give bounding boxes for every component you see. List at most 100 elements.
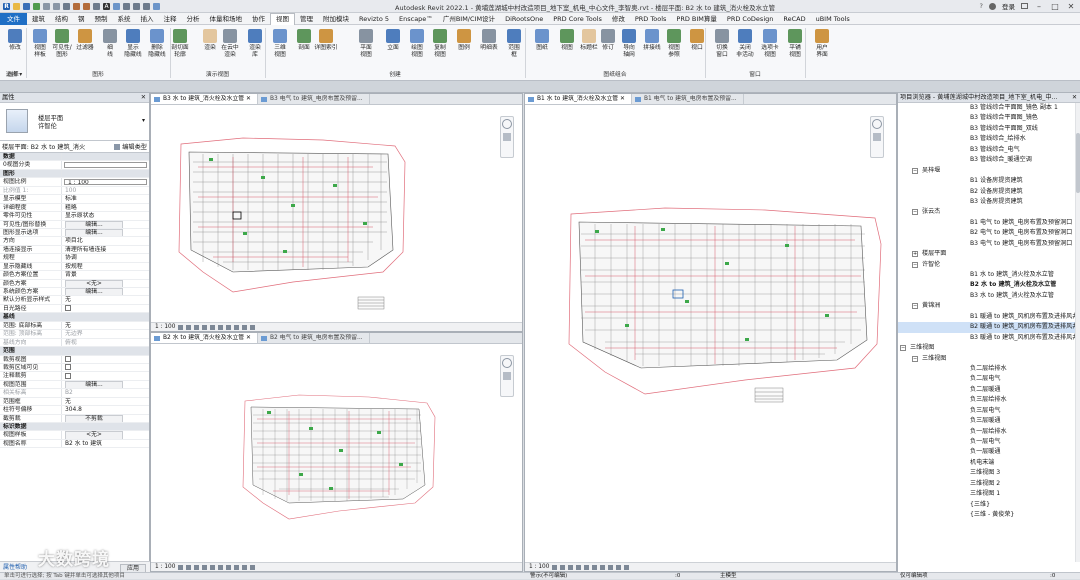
- browser-item[interactable]: − 张云杰: [898, 207, 1080, 217]
- browser-item[interactable]: B3 管线综合平面图_镜色 副本 1: [898, 103, 1080, 113]
- sync-icon[interactable]: [33, 2, 40, 10]
- tab-b2-water[interactable]: B2 水 to 建筑_消火栓及水立管 ✕: [151, 333, 258, 343]
- browser-item[interactable]: B3 管线综合_给排水: [898, 134, 1080, 144]
- 在云中渲染-button[interactable]: 在云中 渲染: [218, 29, 242, 58]
- lock-icon[interactable]: [226, 324, 232, 330]
- menu-tab-14[interactable]: Revizto 5: [354, 13, 394, 25]
- view-cube-icon[interactable]: [872, 119, 882, 129]
- browser-item[interactable]: + 楼层平面: [898, 249, 1080, 259]
- property-edit-button[interactable]: 编辑...: [65, 228, 123, 237]
- properties-close-icon[interactable]: ✕: [141, 93, 146, 103]
- hide-isolate-icon[interactable]: [608, 564, 614, 570]
- property-section[interactable]: 标识数据: [0, 423, 149, 432]
- crop-icon[interactable]: [584, 564, 590, 570]
- browser-item[interactable]: B1 电气 to 建筑_电房布置及预留洞口: [898, 218, 1080, 228]
- shadows-icon[interactable]: [576, 564, 582, 570]
- tag-icon[interactable]: [93, 2, 100, 10]
- lock-icon[interactable]: [226, 564, 232, 570]
- navigation-bar[interactable]: [870, 116, 884, 158]
- collapse-icon[interactable]: −: [912, 355, 918, 362]
- lock-icon[interactable]: [600, 564, 606, 570]
- browser-item[interactable]: B2 水 to 建筑_消火栓及水立管: [898, 280, 1080, 290]
- reveal-hidden-icon[interactable]: [616, 564, 622, 570]
- menu-tab-5[interactable]: 系统: [113, 13, 136, 25]
- zoom-icon[interactable]: [503, 133, 511, 141]
- close-hidden-icon[interactable]: [143, 2, 150, 10]
- browser-item[interactable]: − 三维视图: [898, 343, 1080, 353]
- browser-scrollbar[interactable]: [1075, 103, 1080, 562]
- browser-item[interactable]: 负三层电气: [898, 406, 1080, 416]
- property-value[interactable]: 粗略: [62, 204, 149, 211]
- browser-item[interactable]: 三维视图 1: [898, 489, 1080, 499]
- browser-item[interactable]: B3 设备房提资建筑: [898, 197, 1080, 207]
- 图纸-button[interactable]: 图纸: [530, 29, 554, 52]
- zoom-icon[interactable]: [873, 133, 881, 141]
- 剖面-button[interactable]: 剖面: [292, 29, 316, 52]
- 视图样板-button[interactable]: 视图 样板: [28, 29, 52, 58]
- sun-path-icon[interactable]: [194, 324, 200, 330]
- browser-item[interactable]: 负一层电气: [898, 437, 1080, 447]
- view-scale[interactable]: 1 : 100: [155, 563, 175, 572]
- 过滤器-button[interactable]: 过滤器: [73, 29, 97, 52]
- browser-item[interactable]: {三维}: [898, 500, 1080, 510]
- section-icon[interactable]: [123, 2, 130, 10]
- browser-item[interactable]: − 许智伦: [898, 260, 1080, 270]
- browser-item[interactable]: B3 管线综合_电气: [898, 145, 1080, 155]
- browser-item[interactable]: B2 设备房提资建筑: [898, 187, 1080, 197]
- 三维视图-button[interactable]: 三维 视图: [268, 29, 292, 58]
- property-edit-button[interactable]: <无>: [65, 431, 123, 439]
- worksharing-icon[interactable]: [250, 324, 256, 330]
- scrollbar-thumb[interactable]: [1076, 133, 1080, 193]
- 删除隐藏线-button[interactable]: 删除 隐藏线: [145, 29, 169, 58]
- 细线-button[interactable]: 细 线: [98, 29, 122, 58]
- detail-level-icon[interactable]: [552, 564, 558, 570]
- close-button[interactable]: ✕: [1066, 2, 1076, 11]
- 切换窗口-button[interactable]: 切换 窗口: [710, 29, 734, 58]
- view-window-b1[interactable]: B1 水 to 建筑_消火栓及水立管 ✕ B1 电气 to 建筑_电房布置及预留…: [524, 93, 897, 572]
- menu-tab-20[interactable]: PRD Tools: [630, 13, 672, 25]
- edit-type-button[interactable]: 编辑类型: [122, 142, 147, 151]
- close-icon[interactable]: ✕: [246, 96, 251, 102]
- view-cube-icon[interactable]: [502, 358, 512, 368]
- measure-icon[interactable]: [73, 2, 80, 10]
- property-value[interactable]: 1 : 100: [64, 178, 147, 186]
- property-value[interactable]: 无: [62, 296, 149, 303]
- menu-tab-23[interactable]: ReCAD: [778, 13, 810, 25]
- print-icon[interactable]: [63, 2, 70, 10]
- 3d-view-icon[interactable]: [113, 2, 120, 10]
- detail-level-icon[interactable]: [178, 564, 184, 570]
- menu-tab-1[interactable]: 建筑: [27, 13, 50, 25]
- 范围框-button[interactable]: 范围 框: [502, 29, 526, 58]
- worksharing-icon[interactable]: [250, 564, 256, 570]
- open-icon[interactable]: [13, 2, 20, 10]
- 可见性/图形-button[interactable]: 可见性/ 图形: [50, 29, 74, 58]
- collapse-icon[interactable]: −: [912, 209, 918, 216]
- sign-in-link[interactable]: 登录: [1002, 1, 1015, 11]
- shadows-icon[interactable]: [202, 324, 208, 330]
- worksharing-icon[interactable]: [624, 564, 630, 570]
- browser-item[interactable]: B3 管线综合平面图_双线: [898, 124, 1080, 134]
- menu-tab-16[interactable]: 广州BIM/CIM设计: [438, 13, 500, 25]
- shadows-icon[interactable]: [202, 564, 208, 570]
- 平面视图-button[interactable]: 平面 视图: [354, 29, 378, 58]
- property-edit-button[interactable]: <无>: [65, 279, 123, 287]
- detail-level-icon[interactable]: [178, 324, 184, 330]
- save-icon[interactable]: [23, 2, 30, 10]
- browser-item[interactable]: 三维视图 3: [898, 468, 1080, 478]
- reveal-hidden-icon[interactable]: [242, 564, 248, 570]
- collapse-icon[interactable]: −: [912, 303, 918, 310]
- navigation-bar[interactable]: [500, 355, 514, 397]
- close-icon[interactable]: ✕: [246, 335, 251, 341]
- menu-tab-3[interactable]: 钢: [73, 13, 90, 25]
- property-section[interactable]: 范围: [0, 347, 149, 356]
- menu-tab-17[interactable]: DiRootsOne: [500, 13, 548, 25]
- menu-tab-19[interactable]: 修改: [607, 13, 630, 25]
- view-cube-icon[interactable]: [502, 119, 512, 129]
- 关闭非活动-button[interactable]: 关闭 非活动: [733, 29, 757, 58]
- menu-tab-18[interactable]: PRD Core Tools: [548, 13, 607, 25]
- menu-tab-4[interactable]: 预制: [90, 13, 113, 25]
- browser-item[interactable]: B3 水 to 建筑_消火栓及水立管: [898, 291, 1080, 301]
- property-value[interactable]: 304.8: [62, 406, 149, 413]
- crop-region-icon[interactable]: [592, 564, 598, 570]
- property-edit-button[interactable]: 编辑...: [65, 380, 123, 389]
